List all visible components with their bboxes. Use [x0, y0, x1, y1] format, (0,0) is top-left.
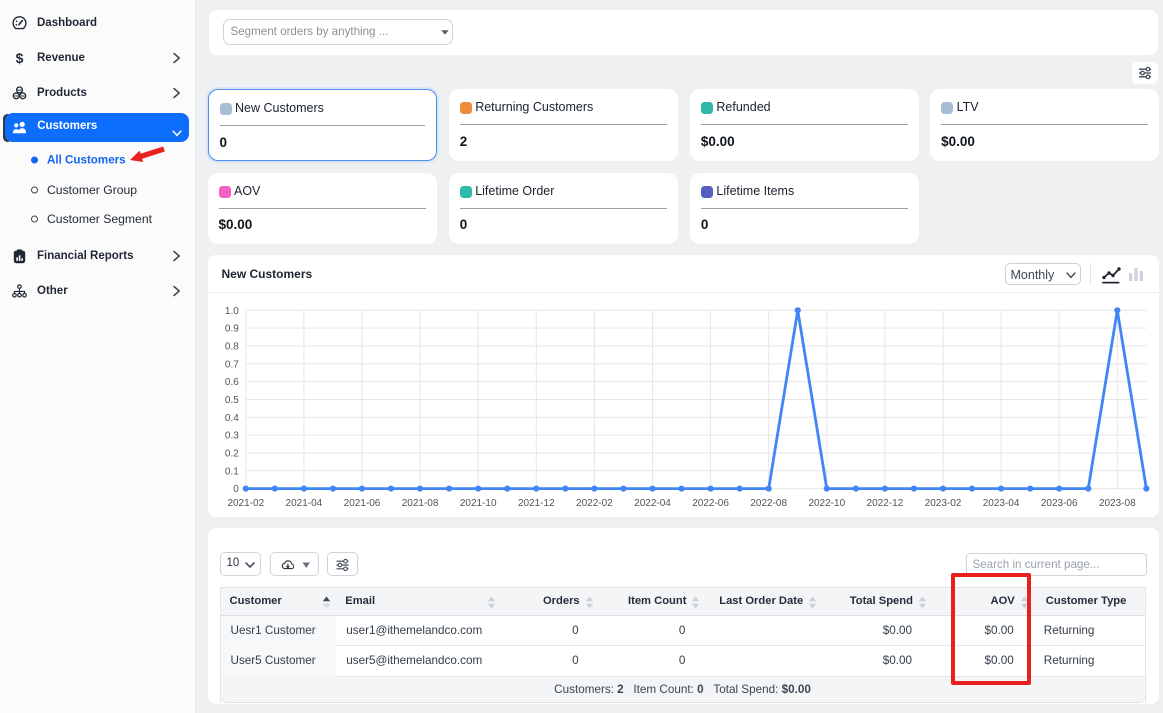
svg-text:0.7: 0.7	[224, 359, 238, 370]
svg-text:0.2: 0.2	[224, 448, 238, 459]
svg-text:0.3: 0.3	[224, 431, 238, 442]
svg-text:2023-02: 2023-02	[924, 498, 961, 509]
svg-text:2022-10: 2022-10	[808, 498, 845, 509]
svg-text:2021-08: 2021-08	[401, 498, 438, 509]
svg-text:0.6: 0.6	[224, 377, 238, 388]
svg-text:2021-04: 2021-04	[285, 498, 322, 509]
svg-text:0.1: 0.1	[224, 466, 238, 477]
svg-text:0.5: 0.5	[224, 395, 238, 406]
svg-text:2022-06: 2022-06	[692, 498, 729, 509]
svg-text:2021-12: 2021-12	[517, 498, 554, 509]
svg-text:2021-02: 2021-02	[227, 498, 264, 509]
svg-text:2021-10: 2021-10	[459, 498, 496, 509]
svg-text:0.8: 0.8	[224, 341, 238, 352]
svg-text:0.9: 0.9	[224, 324, 238, 335]
svg-text:1.0: 1.0	[224, 306, 238, 317]
svg-text:2022-12: 2022-12	[866, 498, 903, 509]
svg-text:2022-08: 2022-08	[750, 498, 787, 509]
svg-text:2022-04: 2022-04	[634, 498, 671, 509]
svg-text:2023-04: 2023-04	[982, 498, 1019, 509]
svg-text:0: 0	[233, 484, 239, 495]
svg-text:2021-06: 2021-06	[343, 498, 380, 509]
svg-text:2023-08: 2023-08	[1098, 498, 1135, 509]
svg-text:0.4: 0.4	[224, 413, 238, 424]
svg-text:2023-06: 2023-06	[1040, 498, 1077, 509]
svg-text:2022-02: 2022-02	[576, 498, 613, 509]
